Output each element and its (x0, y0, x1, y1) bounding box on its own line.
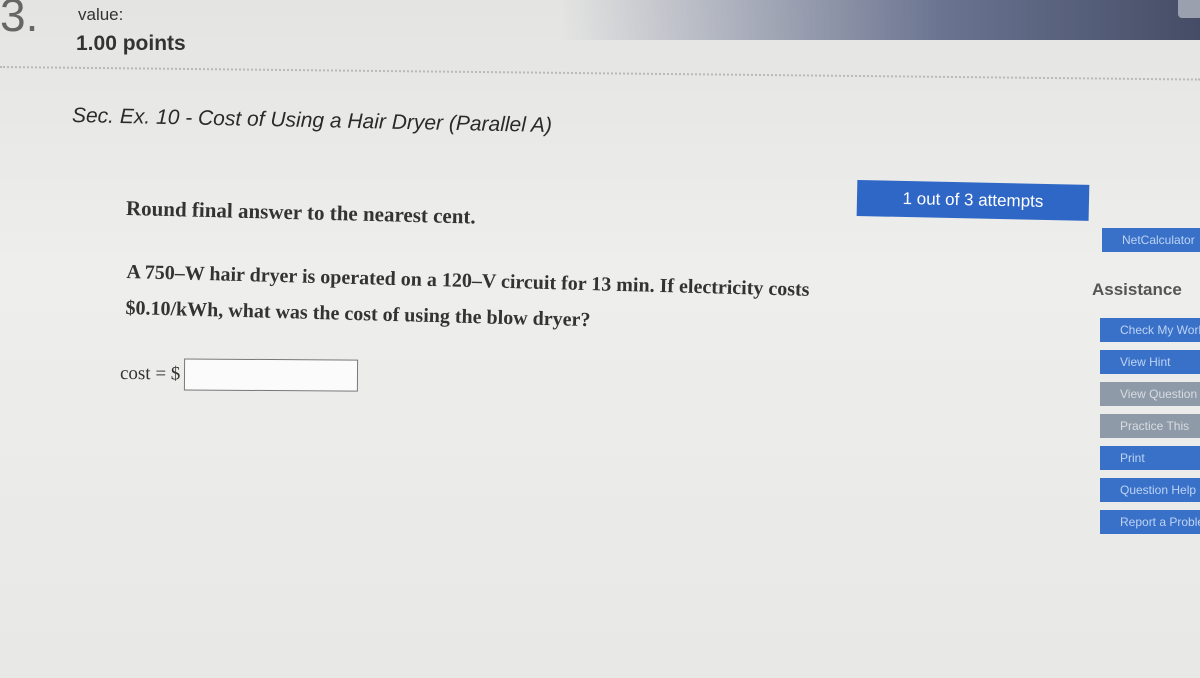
print-button[interactable]: Print (1100, 446, 1200, 470)
top-nav-strip (560, 0, 1200, 40)
assistance-heading: Assistance (1092, 280, 1182, 299)
points-value: 1.00 points (76, 32, 186, 55)
answer-row: cost = $ (120, 358, 359, 392)
question-title: Sec. Ex. 10 - Cost of Using a Hair Dryer… (71, 104, 553, 138)
question-number: 3. (0, 0, 39, 41)
view-hint-button[interactable]: View Hint (1100, 350, 1200, 374)
attempts-badge: 1 out of 3 attempts (856, 180, 1090, 221)
value-label: value: (78, 5, 124, 24)
cost-label: cost = $ (119, 363, 181, 385)
question-help-button[interactable]: Question Help (1100, 478, 1200, 502)
practice-this-button[interactable]: Practice This (1100, 414, 1200, 438)
cost-input[interactable] (184, 358, 359, 392)
problem-text: A 750–W hair dryer is operated on a 120–… (125, 254, 1007, 349)
section-divider (0, 66, 1200, 81)
report-a-problem-button[interactable]: Report a Problem (1100, 510, 1200, 534)
check-my-work-button[interactable]: Check My Work (1100, 318, 1200, 342)
top-corner-control[interactable] (1178, 0, 1200, 18)
assistance-buttons: Check My Work View Hint View Question Pr… (1100, 318, 1200, 542)
netcalculator-button[interactable]: NetCalculator (1102, 228, 1200, 252)
instruction-text: Round final answer to the nearest cent. (125, 196, 477, 229)
view-question-button[interactable]: View Question (1100, 382, 1200, 406)
netcalculator-link[interactable]: NetCalculator (1102, 228, 1200, 252)
